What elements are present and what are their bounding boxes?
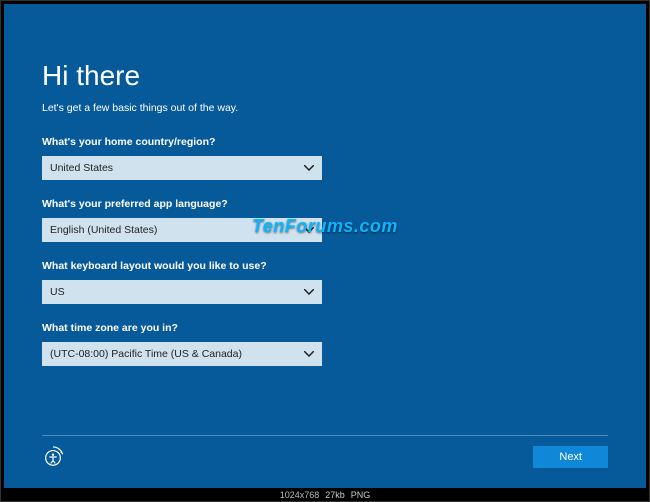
chevron-down-icon — [304, 225, 314, 236]
timezone-label: What time zone are you in? — [42, 322, 608, 334]
chevron-down-icon — [304, 163, 314, 174]
oobe-setup-screen: Hi there Let's get a few basic things ou… — [4, 4, 646, 488]
page-subtitle: Let's get a few basic things out of the … — [42, 102, 608, 114]
country-select[interactable]: United States — [42, 156, 322, 180]
ease-of-access-icon[interactable] — [42, 446, 64, 468]
country-label: What's your home country/region? — [42, 136, 608, 148]
keyboard-value: US — [50, 286, 65, 298]
timezone-select[interactable]: (UTC-08:00) Pacific Time (US & Canada) — [42, 342, 322, 366]
status-type: PNG — [351, 490, 371, 500]
status-dimensions: 1024x768 — [280, 490, 320, 500]
next-button[interactable]: Next — [533, 446, 608, 468]
status-size: 27kb — [325, 490, 345, 500]
language-label: What's your preferred app language? — [42, 198, 608, 210]
keyboard-label: What keyboard layout would you like to u… — [42, 260, 608, 272]
keyboard-select[interactable]: US — [42, 280, 322, 304]
language-value: English (United States) — [50, 224, 157, 236]
language-select[interactable]: English (United States) — [42, 218, 322, 242]
country-value: United States — [50, 162, 113, 174]
chevron-down-icon — [304, 287, 314, 298]
timezone-value: (UTC-08:00) Pacific Time (US & Canada) — [50, 348, 242, 360]
page-title: Hi there — [42, 60, 608, 92]
image-status-bar: 1024x768 27kb PNG — [1, 488, 649, 501]
chevron-down-icon — [304, 349, 314, 360]
